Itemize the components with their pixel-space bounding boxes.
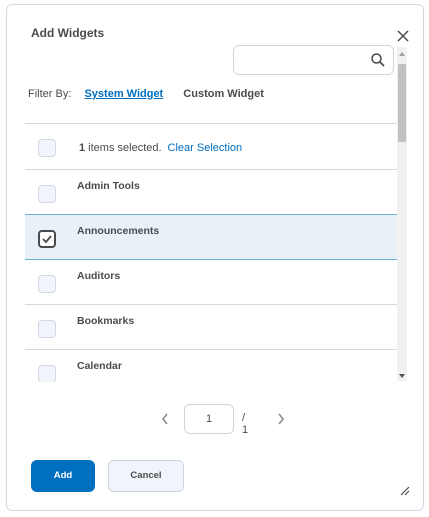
item-checkbox[interactable]: [38, 320, 56, 338]
page-total: / 1: [242, 412, 249, 436]
resize-handle-icon[interactable]: [398, 483, 410, 496]
selection-text: items selected.: [85, 142, 162, 154]
page-number-input[interactable]: 1: [184, 404, 234, 434]
list-item-label: Admin Tools: [77, 180, 140, 192]
scroll-up-arrow-icon[interactable]: [397, 47, 407, 59]
widget-list: 1 items selected. Clear Selection Admin T…: [25, 123, 397, 382]
scrollbar-thumb[interactable]: [398, 64, 406, 142]
selection-summary: 1 items selected. Clear Selection: [79, 142, 242, 154]
item-checkbox[interactable]: [38, 185, 56, 203]
filter-bar: Filter By: System Widget Custom Widget: [28, 88, 281, 100]
dialog-title: Add Widgets: [31, 26, 105, 40]
list-item[interactable]: Auditors: [25, 260, 397, 305]
filter-label: Filter By:: [28, 88, 72, 100]
chevron-right-icon[interactable]: [276, 412, 286, 426]
list-item-label: Bookmarks: [77, 315, 135, 327]
add-widgets-dialog: Add Widgets Filter By: System Widget Cus…: [6, 4, 424, 511]
clear-selection-link[interactable]: Clear Selection: [168, 142, 243, 154]
add-button[interactable]: Add: [31, 460, 95, 492]
cancel-button[interactable]: Cancel: [108, 460, 184, 492]
item-checkbox[interactable]: [38, 365, 56, 382]
tab-custom-widget[interactable]: Custom Widget: [183, 88, 264, 100]
scroll-down-arrow-icon[interactable]: [397, 369, 407, 381]
list-item[interactable]: Admin Tools: [25, 170, 397, 215]
list-item[interactable]: Calendar: [25, 350, 397, 382]
list-item-selected[interactable]: Announcements: [25, 214, 397, 260]
list-scrollbar[interactable]: [397, 47, 407, 381]
tab-system-widget[interactable]: System Widget: [84, 88, 163, 100]
selection-header-row: 1 items selected. Clear Selection: [25, 124, 397, 170]
checkmark-icon: [42, 235, 52, 244]
list-item-label: Auditors: [77, 270, 121, 282]
search-icon[interactable]: [370, 52, 386, 68]
close-icon[interactable]: [396, 29, 410, 43]
list-item-label: Calendar: [77, 360, 122, 372]
list-item[interactable]: Bookmarks: [25, 305, 397, 350]
item-checkbox-checked[interactable]: [38, 230, 56, 248]
select-all-checkbox[interactable]: [38, 139, 56, 157]
item-checkbox[interactable]: [38, 275, 56, 293]
chevron-left-icon[interactable]: [160, 412, 170, 426]
search-input[interactable]: [233, 45, 394, 75]
list-item-label: Announcements: [77, 225, 160, 237]
